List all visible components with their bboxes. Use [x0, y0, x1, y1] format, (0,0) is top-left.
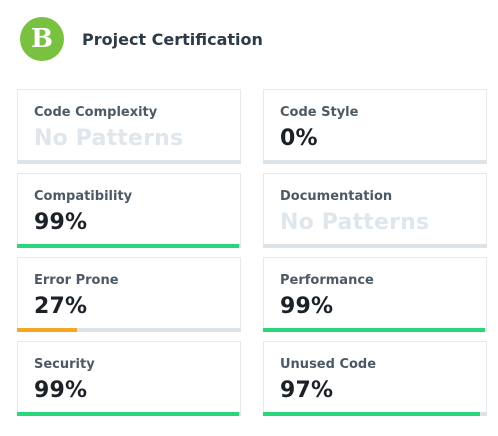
progress-fill [17, 328, 78, 332]
progress-track [17, 412, 241, 416]
metric-label: Documentation [280, 189, 393, 204]
metric-card-security[interactable]: Security 99% [17, 341, 241, 416]
metric-card-performance[interactable]: Performance 99% [263, 257, 487, 332]
metric-value: 99% [34, 378, 88, 403]
metric-value: 99% [34, 210, 88, 235]
grade-badge: B [20, 17, 64, 61]
metric-value: 27% [34, 294, 88, 319]
progress-track [263, 160, 487, 164]
progress-fill [17, 412, 239, 416]
progress-track [17, 160, 241, 164]
metric-value: No Patterns [280, 210, 430, 235]
metric-label: Unused Code [280, 357, 377, 372]
metric-card-compatibility[interactable]: Compatibility 99% [17, 173, 241, 248]
progress-fill [17, 244, 239, 248]
metric-label: Performance [280, 273, 374, 288]
progress-track [263, 244, 487, 248]
progress-track [263, 328, 487, 332]
metric-card-unused-code[interactable]: Unused Code 97% [263, 341, 487, 416]
metric-label: Code Style [280, 105, 359, 120]
progress-track [17, 244, 241, 248]
progress-track [17, 328, 241, 332]
metric-card-code-style[interactable]: Code Style 0% [263, 89, 487, 164]
metric-value: 0% [280, 126, 318, 151]
metric-value: 97% [280, 378, 334, 403]
metric-label: Security [34, 357, 95, 372]
metric-card-code-complexity[interactable]: Code Complexity No Patterns [17, 89, 241, 164]
metric-label: Compatibility [34, 189, 133, 204]
metric-value: No Patterns [34, 126, 184, 151]
progress-fill [263, 328, 485, 332]
progress-track [263, 412, 487, 416]
metric-label: Code Complexity [34, 105, 158, 120]
page-title: Project Certification [82, 29, 263, 49]
progress-fill [263, 412, 481, 416]
metric-card-documentation[interactable]: Documentation No Patterns [263, 173, 487, 248]
metric-card-error-prone[interactable]: Error Prone 27% [17, 257, 241, 332]
metric-value: 99% [280, 294, 334, 319]
certification-header: B Project Certification [20, 17, 263, 61]
metric-label: Error Prone [34, 273, 119, 288]
